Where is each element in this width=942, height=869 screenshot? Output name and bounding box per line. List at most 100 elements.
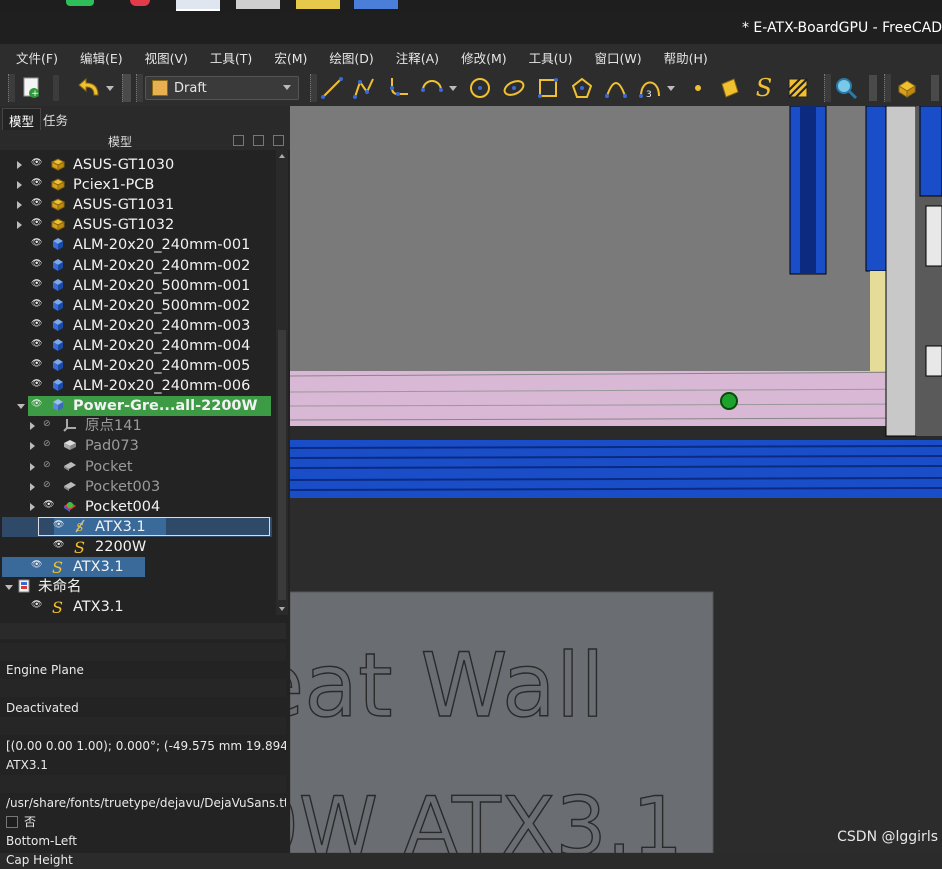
rectangle-icon[interactable] [536,75,560,101]
scroll-thumb[interactable] [278,330,286,600]
model-tree[interactable]: 👁 ASUS-GT1030 👁 Pciex1-PCB 👁 ASUS-GT1031 👁 ASUS… [0,150,276,617]
close-icon[interactable] [273,135,284,146]
eye-icon[interactable]: 👁 [43,500,54,510]
tree-item[interactable]: 👁 ASUS-GT1030 [0,155,276,175]
scroll-down-icon[interactable] [279,607,285,611]
tree-item[interactable]: 👁 Pciex1-PCB [0,175,276,195]
menu-item[interactable]: 工具(T) [194,48,252,67]
circle-icon[interactable] [468,75,492,101]
wire-icon[interactable] [352,75,376,101]
tree-item[interactable]: 👁 ALM-20x20_500mm-002 [0,296,276,316]
property-row[interactable] [0,717,286,735]
tree-item[interactable]: 👁 Power-Gre...all-2200W [0,396,276,417]
tree-item[interactable]: ⊘ Pocket003 [0,477,276,497]
property-row[interactable] [0,643,286,661]
bezier-dropdown[interactable] [666,75,676,101]
scroll-up-icon[interactable] [279,154,285,158]
eye-icon[interactable]: 👁 [31,279,42,289]
hidden-eye-icon[interactable]: ⊘ [43,480,51,490]
property-map-mode[interactable]: Engine Plane [0,661,286,679]
tree-item[interactable]: 👁 ALM-20x20_240mm-003 [0,316,276,336]
checkbox[interactable] [6,816,18,828]
chevron-right-icon[interactable] [30,462,35,471]
tree-item[interactable]: 👁 ALM-20x20_240mm-002 [0,256,276,276]
3d-viewport[interactable]: eat Wall 0W ATX3.1 CSDN @lggirls [290,106,942,853]
chevron-right-icon[interactable] [30,502,35,511]
part-icon[interactable] [895,75,919,101]
arc-icon[interactable] [420,75,444,101]
toolbar-grip[interactable] [884,74,891,102]
workbench-select[interactable]: Draft [145,76,299,100]
eye-icon[interactable]: 👁 [31,238,42,248]
3d-scene[interactable]: eat Wall 0W ATX3.1 [290,106,942,853]
dock-float-icon[interactable] [233,135,244,146]
tree-item[interactable]: 未命名 [0,577,276,597]
tree-item[interactable]: 👁 Pocket004 [0,497,276,517]
property-row[interactable] [0,775,286,793]
chevron-right-icon[interactable] [30,422,35,431]
eye-icon[interactable]: 👁 [31,299,42,309]
eye-icon[interactable]: 👁 [31,600,42,610]
eye-icon[interactable]: 👁 [31,158,42,168]
chevron-right-icon[interactable] [30,482,35,491]
eye-icon[interactable]: 👁 [31,339,42,349]
tree-item[interactable]: 👁 ASUS-GT1032 [0,215,276,235]
eye-icon[interactable]: 👁 [31,259,42,269]
taskbar-item[interactable] [236,0,280,9]
zoom-icon[interactable] [834,75,858,101]
arc-dropdown[interactable] [448,75,458,101]
polygon-icon[interactable] [570,75,594,101]
point-icon[interactable] [690,75,706,101]
hatch-icon[interactable] [786,75,810,101]
eye-icon[interactable]: 👁 [31,560,42,570]
menu-item[interactable]: 窗口(W) [579,48,642,67]
hidden-eye-icon[interactable]: ⊘ [43,419,51,429]
toolbar-grip[interactable] [310,74,317,102]
eye-icon[interactable]: 👁 [31,399,42,409]
menu-item[interactable]: 宏(M) [258,48,307,67]
tree-scrollbar[interactable] [276,150,288,615]
property-make-face[interactable]: 否 [0,813,286,831]
toolbar-grip[interactable] [8,74,15,102]
tree-item[interactable]: ⊘ Pad073 [0,436,276,456]
tab-tasks[interactable]: 任务 [37,108,74,130]
undo-dropdown[interactable] [105,75,115,101]
property-placement[interactable]: [(0.00 0.00 1.00); 0.000°; (-49.575 mm 1… [0,737,286,755]
line-icon[interactable] [320,75,344,101]
property-attacher[interactable]: Deactivated [0,699,286,717]
chevron-right-icon[interactable] [17,161,22,169]
tree-item[interactable]: ⊘ Pocket [0,457,276,477]
toolbar-grip[interactable] [930,75,940,101]
chevron-right-icon[interactable] [30,442,35,451]
dock-restore-icon[interactable] [253,135,264,146]
menu-item[interactable]: 注释(A) [380,48,439,67]
hidden-eye-icon[interactable]: ⊘ [43,439,51,449]
menu-item[interactable]: 编辑(E) [64,48,123,67]
eye-icon[interactable]: 👁 [31,178,42,188]
property-string[interactable]: ATX3.1 [0,756,286,774]
tree-item[interactable]: 👁 ALM-20x20_240mm-006 [0,376,276,396]
chevron-right-icon[interactable] [17,181,22,190]
chevron-right-icon[interactable] [17,201,22,210]
property-justification[interactable]: Bottom-Left [0,832,286,850]
chevron-down-icon[interactable] [17,404,25,410]
toolbar-grip[interactable] [868,75,878,101]
toolbar-grip[interactable] [136,74,143,102]
tree-item[interactable]: 👁 ASUS-GT1031 [0,195,276,215]
property-font-file[interactable]: /usr/share/fonts/truetype/dejavu/DejaVuS… [0,794,286,812]
tree-item[interactable]: 👁 ALM-20x20_500mm-001 [0,276,276,296]
tree-item[interactable]: 👁 ALM-20x20_240mm-005 [0,356,276,376]
property-row[interactable] [0,679,286,697]
property-reference[interactable]: Cap Height [0,851,286,869]
tree-item[interactable]: ⊘ 原点141 [0,416,276,436]
tree-item[interactable]: 👁 S ATX3.1 [0,516,276,537]
eye-icon[interactable]: 👁 [53,520,64,530]
fillet-icon[interactable] [386,75,410,101]
eye-icon[interactable]: 👁 [31,359,42,369]
menu-item[interactable]: 视图(V) [129,48,188,67]
chevron-down-icon[interactable] [5,585,13,591]
menu-item[interactable]: 修改(M) [445,48,507,67]
new-file-dropdown[interactable] [52,75,60,101]
shapestring-icon[interactable]: S [752,74,776,102]
tree-item[interactable]: 👁 ALM-20x20_240mm-001 [0,235,276,255]
